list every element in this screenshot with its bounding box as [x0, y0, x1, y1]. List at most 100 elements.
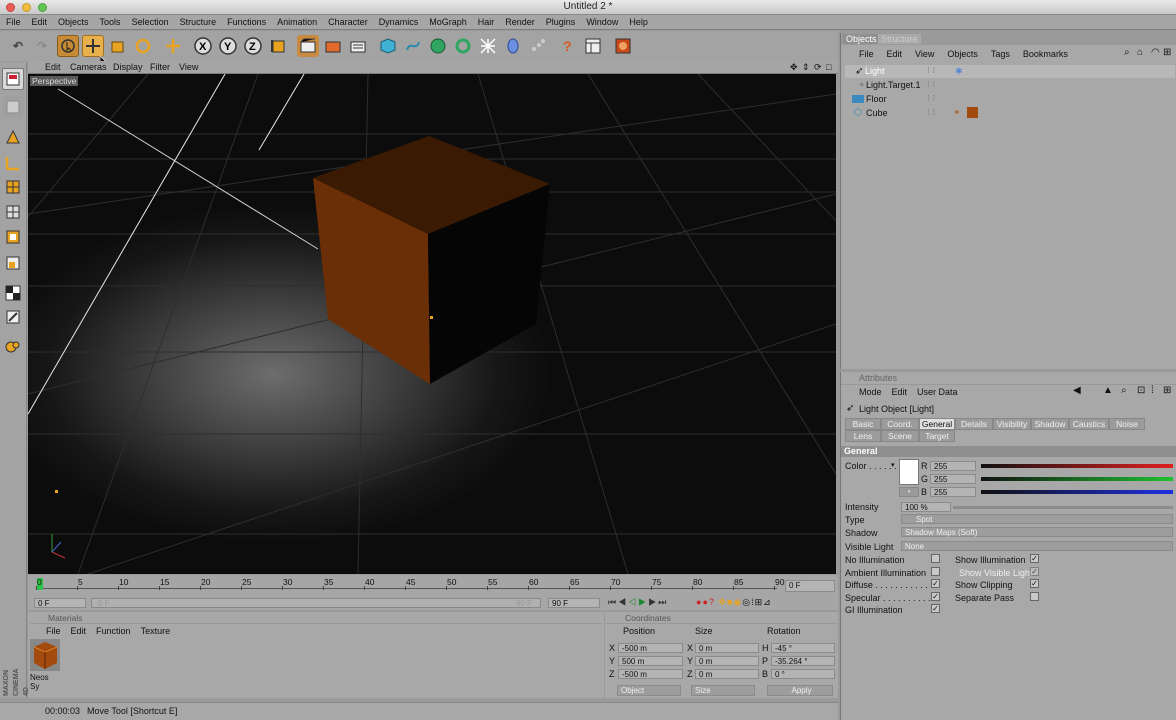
subdivision-surface-icon[interactable]	[427, 35, 449, 57]
viewport-menu-filter[interactable]: Filter	[150, 62, 170, 72]
viewport-move-icon[interactable]: ✥	[790, 62, 798, 73]
back-arrow-icon[interactable]: ◀	[1073, 385, 1081, 396]
intensity-slider[interactable]	[953, 506, 1173, 509]
key-rotation-icon[interactable]: ◉	[733, 597, 742, 607]
goto-end-icon[interactable]: ⏭	[658, 597, 668, 607]
home-icon[interactable]: ⌂	[1137, 47, 1143, 58]
end-frame-field[interactable]: 90 F	[548, 598, 600, 608]
environment-icon[interactable]	[502, 35, 524, 57]
rotate-tool-icon[interactable]	[132, 35, 154, 57]
menu-file[interactable]: File	[6, 17, 21, 27]
viewport-maximize-icon[interactable]: □	[826, 62, 831, 72]
menu-character[interactable]: Character	[328, 17, 368, 27]
tab-basic[interactable]: Basic	[845, 418, 881, 430]
perspective-viewport[interactable]: Perspective	[28, 74, 836, 574]
material-tag-icon[interactable]	[967, 107, 978, 118]
objects-menu-tags[interactable]: Tags	[991, 49, 1010, 59]
tab-shadow[interactable]: Shadow	[1031, 418, 1069, 430]
tab-coord[interactable]: Coord.	[881, 418, 919, 430]
move-tool-icon[interactable]	[82, 35, 104, 57]
lock-icon[interactable]: ⊡	[1137, 385, 1145, 396]
scene-objects-icon[interactable]	[527, 35, 549, 57]
attributes-menu-mode[interactable]: Mode	[859, 387, 882, 397]
key-position-icon[interactable]: ✥	[718, 597, 727, 607]
color-dropdown-icon[interactable]: ▾	[891, 461, 895, 469]
timeline-menu-icon[interactable]: ⊞	[755, 597, 764, 607]
tab-visibility[interactable]: Visibility	[993, 418, 1031, 430]
x-axis-lock-icon[interactable]: X	[192, 35, 214, 57]
apply-button[interactable]: Apply	[767, 685, 833, 696]
up-arrow-icon[interactable]: ▲	[1103, 385, 1113, 396]
position-x-field[interactable]: -500 m	[618, 643, 683, 653]
keyframe-controls[interactable]: ●●? ✥■◉◎⁞⊞⊿	[696, 597, 772, 608]
size-x-field[interactable]: 0 m	[695, 643, 759, 653]
menu-render[interactable]: Render	[505, 17, 535, 27]
z-axis-lock-icon[interactable]: Z	[242, 35, 264, 57]
render-view-icon[interactable]	[297, 35, 319, 57]
objects-menu-view[interactable]: View	[915, 49, 934, 59]
type-select[interactable]: Spot	[901, 514, 1173, 524]
spline-pen-icon[interactable]	[402, 35, 424, 57]
next-key-icon[interactable]: ▶	[648, 597, 658, 607]
y-axis-lock-icon[interactable]: Y	[217, 35, 239, 57]
menu-edit[interactable]: Edit	[32, 17, 48, 27]
menu-structure[interactable]: Structure	[180, 17, 217, 27]
cube-primitive-icon[interactable]	[377, 35, 399, 57]
layer-icon[interactable]: ◠	[1151, 47, 1160, 58]
model-mode-icon[interactable]	[2, 68, 24, 90]
rotation-b-field[interactable]: 0 °	[771, 669, 835, 679]
redo-icon[interactable]: ↷	[31, 35, 53, 57]
target-tag-icon[interactable]: ✱	[955, 66, 963, 77]
separate-pass-checkbox[interactable]	[1030, 592, 1039, 601]
axis-tool-icon[interactable]	[162, 35, 184, 57]
tab-caustics[interactable]: Caustics	[1069, 418, 1109, 430]
tweak-mode-icon[interactable]	[2, 282, 24, 304]
materials-menu-function[interactable]: Function	[96, 626, 131, 636]
menu-help[interactable]: Help	[629, 17, 648, 27]
menu-objects[interactable]: Objects	[58, 17, 89, 27]
scale-tool-icon[interactable]	[107, 35, 129, 57]
tab-scene[interactable]: Scene	[881, 430, 919, 442]
tab-details[interactable]: Details	[955, 418, 993, 430]
prev-key-icon[interactable]: ◀	[618, 597, 628, 607]
viewport-menu-view[interactable]: View	[179, 62, 198, 72]
timeline-ruler[interactable]: 0 5 10 15 20 25 30 35 40 45 50 55 60 65 70 75 80 85 90 0 F	[28, 575, 838, 596]
objects-menu-edit[interactable]: Edit	[887, 49, 903, 59]
diffuse-checkbox[interactable]: ✓	[931, 579, 940, 588]
menu-functions[interactable]: Functions	[227, 17, 266, 27]
tab-general[interactable]: General	[919, 418, 955, 430]
deformer-icon[interactable]	[477, 35, 499, 57]
size-y-field[interactable]: 0 m	[695, 656, 759, 666]
viewport-menu-display[interactable]: Display	[113, 62, 143, 72]
edges-mode-icon[interactable]	[2, 152, 24, 174]
viewport-menu-edit[interactable]: Edit	[45, 62, 61, 72]
keyframe-selection-icon[interactable]: ?	[709, 597, 715, 607]
show-clipping-checkbox[interactable]: ✓	[1030, 579, 1039, 588]
play-forward-icon[interactable]: ▶	[638, 597, 648, 607]
sculpt-icon[interactable]	[2, 336, 24, 358]
color-expand-button[interactable]: •	[899, 487, 919, 497]
tab-lens[interactable]: Lens	[845, 430, 881, 442]
shadow-select[interactable]: Shadow Maps (Soft)	[901, 527, 1173, 537]
color-b-slider[interactable]	[981, 490, 1173, 494]
new-panel-icon[interactable]: ⊞	[1163, 47, 1171, 58]
object-mode-icon[interactable]	[2, 96, 24, 118]
menu-selection[interactable]: Selection	[132, 17, 169, 27]
tab-structure[interactable]: Structure	[878, 34, 921, 44]
snap-icon[interactable]	[2, 306, 24, 328]
menu-dynamics[interactable]: Dynamics	[379, 17, 419, 27]
tab-noise[interactable]: Noise	[1109, 418, 1145, 430]
show-illumination-checkbox[interactable]: ✓	[1030, 554, 1039, 563]
menu-animation[interactable]: Animation	[277, 17, 317, 27]
rotation-h-field[interactable]: -45 °	[771, 643, 835, 653]
texture-mode-icon[interactable]	[2, 201, 24, 223]
viewport-rotate-icon[interactable]: ⟳	[814, 62, 822, 73]
materials-menu-file[interactable]: File	[46, 626, 61, 636]
menu-hair[interactable]: Hair	[478, 17, 495, 27]
render-icon[interactable]	[612, 35, 634, 57]
specular-checkbox[interactable]: ✓	[931, 592, 940, 601]
tab-target[interactable]: Target	[919, 430, 955, 442]
rotation-p-field[interactable]: -35.264 °	[771, 656, 835, 666]
color-g-field[interactable]: 255	[930, 474, 976, 484]
materials-menu-edit[interactable]: Edit	[71, 626, 87, 636]
